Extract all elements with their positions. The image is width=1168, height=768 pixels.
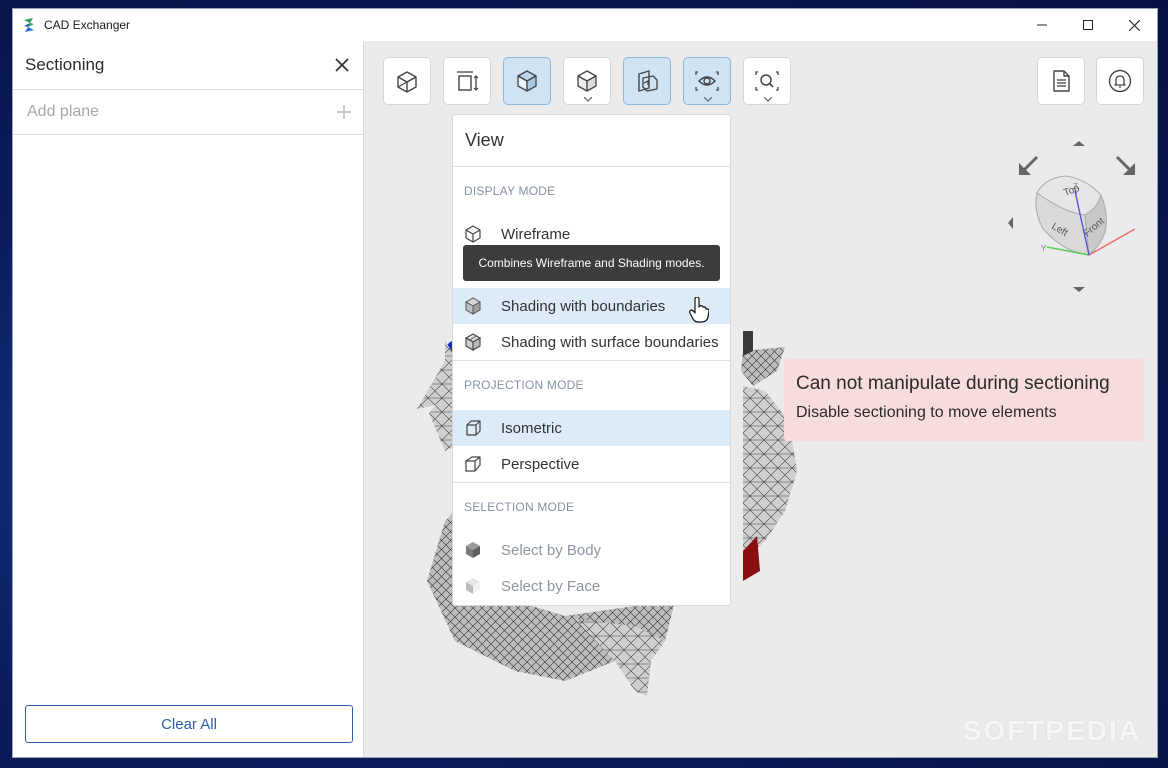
- menu-divider: [453, 360, 730, 361]
- menu-item-label: Shading with surface boundaries: [501, 333, 719, 351]
- menu-item-label: Wireframe: [501, 225, 571, 243]
- display-mode-header: DISPLAY MODE: [464, 184, 556, 198]
- close-window-button[interactable]: [1111, 9, 1157, 41]
- isometric-icon: [463, 418, 483, 438]
- menu-item-label: Select by Body: [501, 541, 602, 559]
- menu-item-label: Shading with boundaries: [501, 297, 666, 315]
- clear-all-button[interactable]: Clear All: [25, 705, 353, 743]
- sectioning-notice: Can not manipulate during sectioning Dis…: [784, 359, 1144, 441]
- toolbar-shaded-button[interactable]: [503, 57, 551, 105]
- rotate-ccw-icon[interactable]: [1019, 155, 1039, 175]
- z-axis-label: Z: [1073, 182, 1078, 191]
- hand-cursor-icon: [689, 297, 709, 323]
- select-body-icon: [463, 540, 483, 560]
- box-wireframe-icon: [397, 71, 417, 93]
- menu-item-perspective[interactable]: Perspective: [453, 446, 730, 482]
- rotate-cw-icon[interactable]: [1115, 155, 1135, 175]
- toolbar-notification-button[interactable]: [1096, 57, 1144, 105]
- maximize-button[interactable]: [1065, 9, 1111, 41]
- toolbar-box-button[interactable]: [383, 57, 431, 105]
- chevron-down-icon: [584, 97, 592, 102]
- app-window: CAD Exchanger Sectioning Add plane Clear…: [12, 8, 1158, 758]
- menu-item-label: Isometric: [501, 419, 562, 437]
- menu-item-label: Perspective: [501, 455, 580, 473]
- maximize-icon: [1083, 20, 1093, 30]
- surface-boundaries-cube-icon: [463, 332, 483, 352]
- wireframe-icon: [463, 224, 483, 244]
- notice-title: Can not manipulate during sectioning: [796, 373, 1110, 394]
- rotate-up-icon[interactable]: [1073, 141, 1085, 146]
- add-plane-icon[interactable]: [335, 103, 353, 121]
- title-bar: CAD Exchanger: [13, 9, 1157, 41]
- window-title: CAD Exchanger: [44, 18, 131, 32]
- close-icon: [1128, 19, 1140, 31]
- menu-item-label: Select by Face: [501, 577, 601, 595]
- tooltip: Combines Wireframe and Shading modes.: [463, 245, 720, 281]
- rotate-down-icon[interactable]: [1073, 287, 1085, 292]
- panel-title: Sectioning: [25, 55, 105, 74]
- toolbar-view-button[interactable]: [683, 57, 731, 105]
- toolbar-fit-button[interactable]: [443, 57, 491, 105]
- chevron-down-icon: [704, 97, 712, 102]
- menu-item-isometric[interactable]: Isometric: [453, 410, 730, 446]
- document-icon: [1053, 70, 1070, 92]
- view-menu-title: View: [453, 115, 730, 167]
- sectioning-panel: Sectioning Add plane Clear All: [13, 41, 364, 757]
- toolbar-zoom-button[interactable]: [743, 57, 791, 105]
- view-eye-icon: [695, 71, 719, 91]
- 3d-viewport[interactable]: View DISPLAY MODE Wireframe Shading with…: [365, 41, 1157, 757]
- cube-shaded-icon: [517, 70, 537, 92]
- section-plane-icon: [638, 70, 658, 92]
- search-zoom-icon: [755, 71, 779, 91]
- perspective-icon: [463, 454, 483, 474]
- minimize-icon: [1037, 24, 1047, 26]
- menu-divider: [453, 482, 730, 483]
- menu-item-select-by-face[interactable]: Select by Face: [453, 568, 730, 604]
- y-axis-label: Y: [1041, 244, 1047, 253]
- notification-icon: [1108, 69, 1132, 93]
- selection-mode-header: SELECTION MODE: [464, 500, 575, 514]
- projection-mode-header: PROJECTION MODE: [464, 378, 584, 392]
- menu-item-shading-with-surface-boundaries[interactable]: Shading with surface boundaries: [453, 324, 730, 360]
- rotate-left-icon[interactable]: [1008, 217, 1013, 229]
- panel-header: Sectioning: [13, 41, 363, 90]
- view-cube[interactable]: Top Left Front: [1035, 175, 1107, 256]
- close-panel-icon[interactable]: [333, 56, 351, 74]
- watermark: SOFTPEDIA: [962, 715, 1141, 746]
- display-mode-icon: [577, 70, 597, 92]
- add-plane-placeholder: Add plane: [27, 103, 100, 120]
- toolbar-section-button[interactable]: [623, 57, 671, 105]
- navigation-cube[interactable]: Top Left Front X Y Z: [985, 133, 1135, 293]
- menu-item-select-by-body[interactable]: Select by Body: [453, 532, 730, 568]
- toolbar-document-button[interactable]: [1037, 57, 1085, 105]
- select-face-icon: [463, 576, 483, 596]
- chevron-down-icon: [764, 97, 772, 102]
- notice-text: Disable sectioning to move elements: [796, 404, 1057, 421]
- app-logo-icon: [24, 18, 34, 32]
- minimize-button[interactable]: [1019, 9, 1065, 41]
- view-menu: View DISPLAY MODE Wireframe Shading with…: [452, 114, 731, 606]
- fit-dimensions-icon: [457, 71, 479, 91]
- toolbar-display-mode-button[interactable]: [563, 57, 611, 105]
- shaded-cube-icon: [463, 296, 483, 316]
- add-plane-row[interactable]: Add plane: [13, 90, 363, 135]
